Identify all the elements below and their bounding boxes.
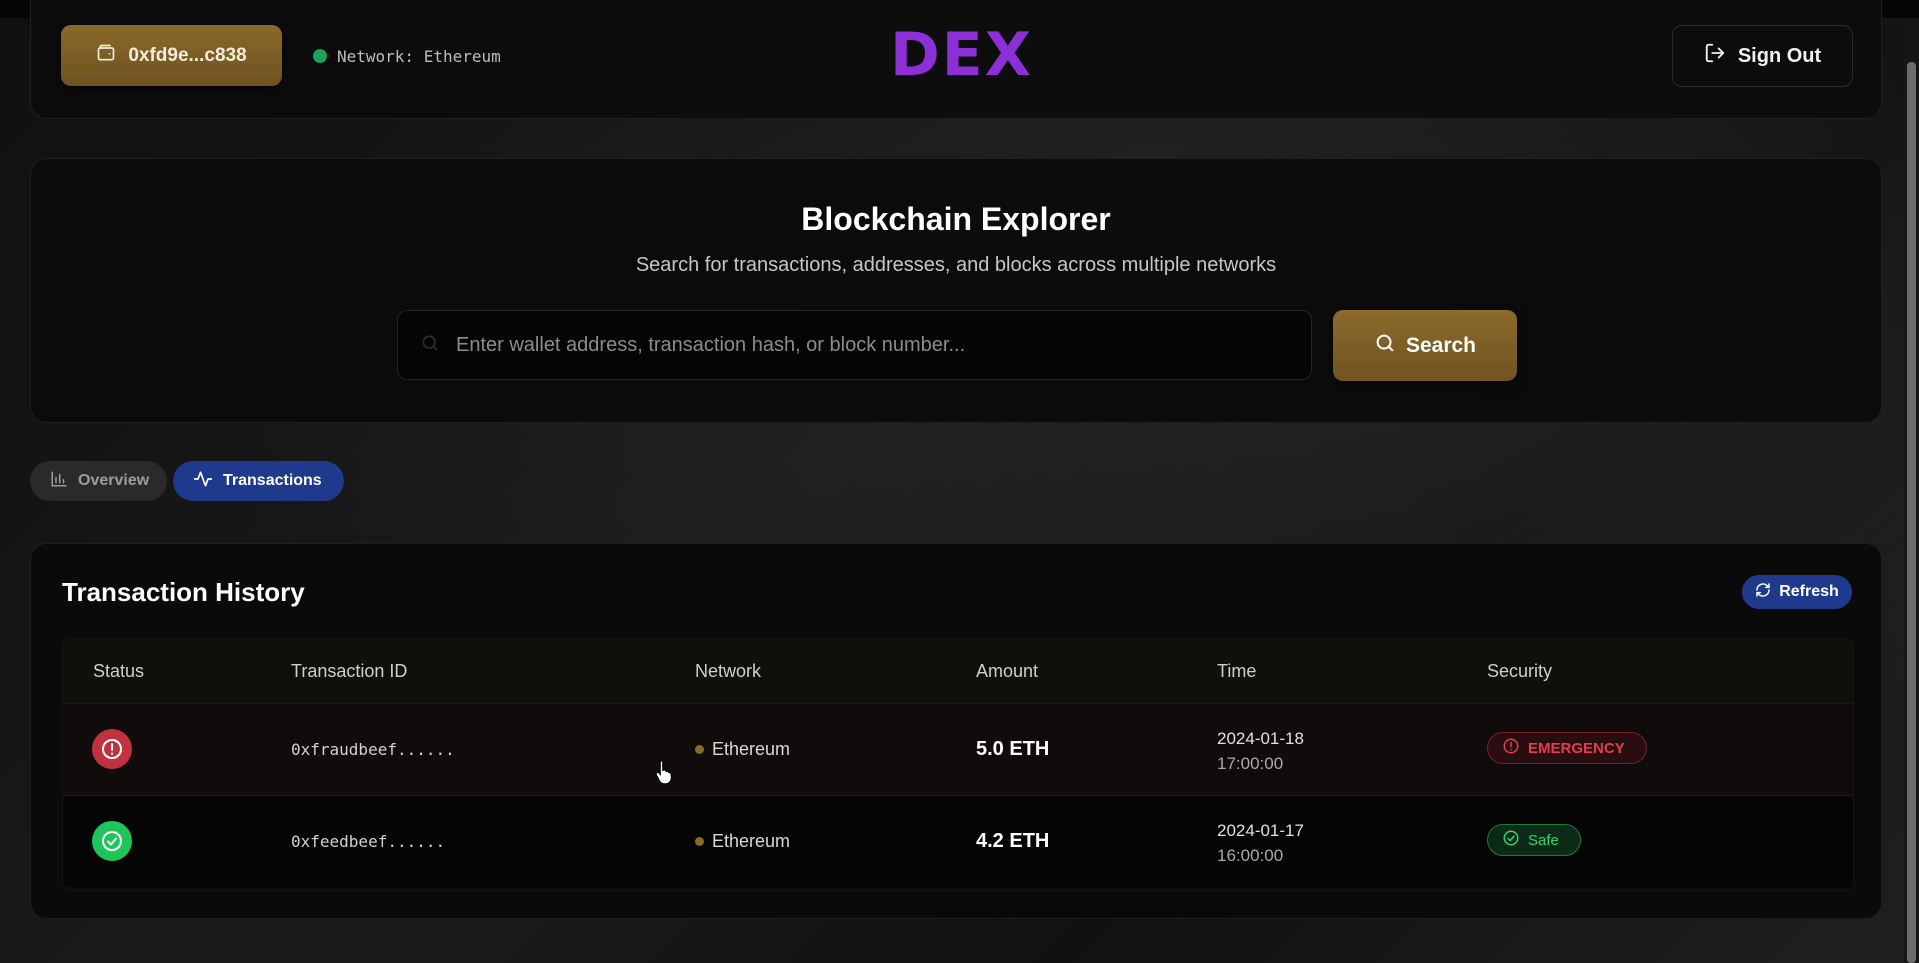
table-row[interactable]: 0xfraudbeef...... Ethereum 5.0 ETH 2024-… [63,704,1853,796]
sign-out-label: Sign Out [1737,44,1822,67]
explorer-subtitle: Search for transactions, addresses, and … [635,254,1277,276]
network-status-label: Network: Ethereum [337,46,501,66]
column-header-transaction-id: Transaction ID [291,661,408,681]
network-status: Network: Ethereum [313,45,501,67]
search-button-label: Search [1405,333,1477,357]
search-input[interactable] [454,314,1311,376]
status-dot-icon [313,49,327,63]
network-dot-icon [695,745,704,754]
refresh-icon [1755,582,1771,603]
search-button-icon [1374,332,1396,360]
search-icon [420,333,440,358]
network-name: Ethereum [712,831,791,851]
column-header-amount: Amount [976,661,1039,681]
date: 2024-01-17 [1217,821,1304,840]
amount: 5.0 ETH [976,738,1050,760]
wallet-icon [96,43,116,69]
refresh-button[interactable]: Refresh [1742,575,1852,609]
network-dot-icon [695,837,704,846]
column-header-security: Security [1487,661,1553,681]
transaction-id[interactable]: 0xfraudbeef...... [291,704,455,795]
hand-cursor-icon [654,759,674,790]
transaction-history-card: Transaction History Refresh Status Trans… [30,543,1882,919]
explorer-title: Blockchain Explorer [801,201,1111,237]
refresh-label: Refresh [1779,583,1839,600]
bar-chart-icon [50,470,68,493]
app-logo[interactable]: DEX [890,22,1033,88]
time-cell: 2024-01-18 17:00:00 [1217,726,1304,776]
security-badge: EMERGENCY [1487,732,1647,764]
time-cell: 2024-01-17 16:00:00 [1217,818,1304,868]
date: 2024-01-18 [1217,729,1304,748]
alert-circle-icon [1502,737,1520,759]
search-field[interactable] [397,310,1312,380]
wallet-address: 0xfd9e...c838 [128,44,247,66]
column-header-time: Time [1217,661,1257,681]
alert-status-icon [92,729,132,769]
tab-overview[interactable]: Overview [30,461,167,501]
page: 0xfd9e...c838 Network: Ethereum DEX Sign… [0,0,1919,963]
amount: 4.2 ETH [976,830,1050,852]
success-status-icon [92,821,132,861]
activity-icon [193,469,213,494]
security-label: EMERGENCY [1528,739,1625,757]
tab-overview-label: Overview [78,472,150,489]
history-title: Transaction History [62,577,305,607]
tab-transactions-label: Transactions [223,472,322,489]
search-button[interactable]: Search [1333,310,1517,381]
network-cell: Ethereum [695,704,790,795]
sign-out-button[interactable]: Sign Out [1672,25,1853,87]
sign-out-icon [1704,42,1726,70]
network-name: Ethereum [712,739,791,759]
network-cell: Ethereum [695,796,790,887]
time: 17:00:00 [1217,754,1284,773]
table-row[interactable]: 0xfeedbeef...... Ethereum 4.2 ETH 2024-0… [63,796,1853,887]
transaction-id[interactable]: 0xfeedbeef...... [291,796,445,887]
tab-transactions[interactable]: Transactions [173,461,344,501]
check-circle-icon [1502,829,1520,851]
transaction-table: Status Transaction ID Network Amount Tim… [62,638,1854,891]
column-header-status: Status [93,661,145,681]
table-header: Status Transaction ID Network Amount Tim… [63,639,1853,704]
security-label: Safe [1528,831,1559,849]
security-badge: Safe [1487,824,1581,856]
column-header-network: Network [695,661,762,681]
wallet-button[interactable]: 0xfd9e...c838 [61,25,282,86]
time: 16:00:00 [1217,846,1284,865]
scrollbar-thumb[interactable] [1907,62,1916,963]
explorer-card: Blockchain Explorer Search for transacti… [30,158,1882,423]
